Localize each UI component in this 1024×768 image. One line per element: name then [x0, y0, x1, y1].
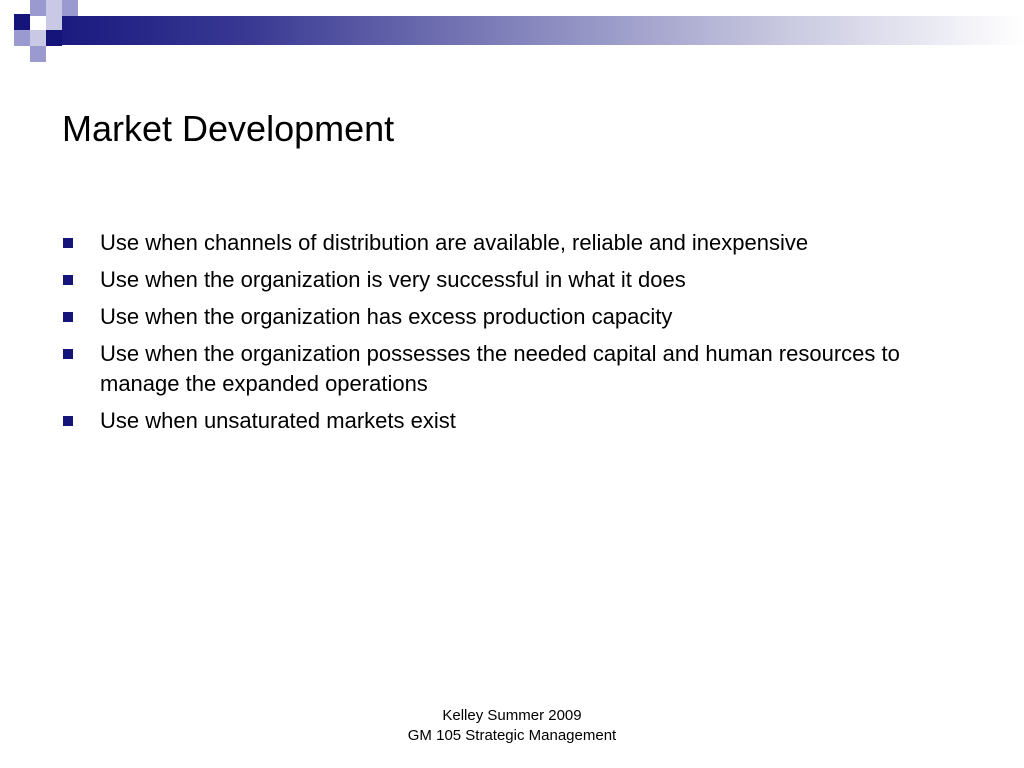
bullet-item: Use when the organization has excess pro…: [62, 302, 962, 332]
header-square-decoration: [46, 30, 62, 46]
bullet-text: Use when the organization has excess pro…: [100, 304, 673, 329]
bullet-list: Use when channels of distribution are av…: [62, 228, 962, 443]
bullet-text: Use when unsaturated markets exist: [100, 408, 456, 433]
slide-footer: Kelley Summer 2009 GM 105 Strategic Mana…: [312, 706, 712, 746]
header-square-decoration: [30, 30, 46, 46]
bullet-text: Use when the organization is very succes…: [100, 267, 686, 292]
bullet-item: Use when channels of distribution are av…: [62, 228, 962, 258]
bullet-text: Use when channels of distribution are av…: [100, 230, 809, 255]
square-bullet-icon: [63, 312, 73, 322]
header-square-decoration: [62, 0, 78, 16]
square-bullet-icon: [63, 416, 73, 426]
footer-course-name: GM 105 Strategic Management: [407, 727, 617, 744]
footer-author-term: Kelley Summer 2009: [442, 707, 582, 724]
header-square-decoration: [14, 30, 30, 46]
header-square-decoration: [14, 14, 30, 30]
square-bullet-icon: [63, 275, 73, 285]
square-bullet-icon: [63, 349, 73, 359]
header-square-decoration: [46, 14, 62, 30]
bullet-text: Use when the organization possesses the …: [100, 341, 900, 396]
header-square-decoration: [30, 0, 46, 16]
square-bullet-icon: [63, 238, 73, 248]
bullet-item: Use when the organization possesses the …: [62, 339, 962, 399]
bullet-item: Use when the organization is very succes…: [62, 265, 962, 295]
header-square-decoration: [30, 46, 46, 62]
bullet-item: Use when unsaturated markets exist: [62, 406, 962, 436]
slide: Market Development Use when channels of …: [0, 0, 1024, 768]
slide-title: Market Development: [62, 108, 395, 149]
header-gradient-bar: [62, 16, 1024, 45]
